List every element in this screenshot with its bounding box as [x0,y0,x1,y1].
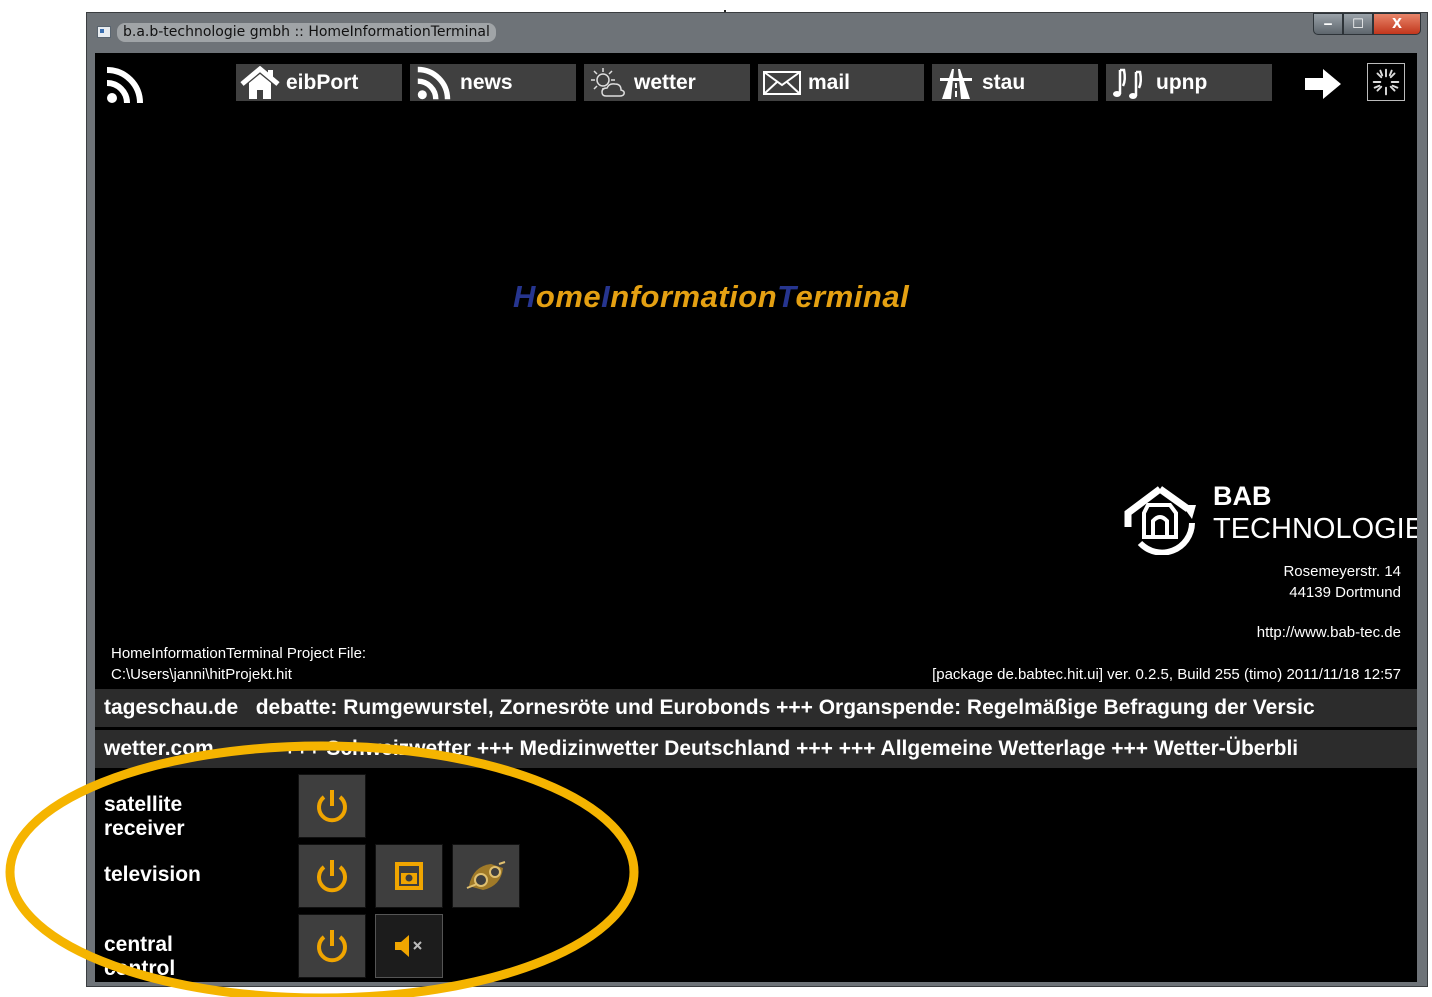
ticker-source: tageschau.de [104,696,239,719]
nav-label: stau [982,70,1026,94]
nav-mail-button[interactable]: mail [758,64,924,101]
news-ticker[interactable]: tageschau.de debatte: Rumgewurstel, Zorn… [95,689,1417,727]
central-mute-button[interactable] [375,914,443,978]
hit-logo: HomeInformationTerminal [513,279,910,314]
nav-eibport-button[interactable]: eibPort [236,64,402,101]
weather-icon [586,65,630,101]
app-window-icon [97,26,111,38]
maximize-button[interactable]: ☐ [1343,13,1373,35]
road-icon [934,65,978,101]
nav-wetter-button[interactable]: wetter [584,64,750,101]
nav-label: mail [808,70,851,94]
company-subtitle: TECHNOLOGIE [1213,513,1417,545]
app-window: b.a.b-technologie gmbh :: HomeInformatio… [86,12,1428,987]
mail-icon [760,65,804,101]
close-button[interactable]: X [1373,13,1421,35]
window-title: b.a.b-technologie gmbh :: HomeInformatio… [117,23,496,42]
ticker-source: wetter.com [104,737,214,760]
nav-news-button[interactable]: news [410,64,576,101]
television-film-button[interactable] [452,844,520,908]
spinner-icon [1367,63,1405,101]
control-label: satellite receiver [104,793,185,840]
weather-ticker[interactable]: wetter.com +++ Schweizwetter +++ Medizin… [95,730,1417,768]
power-icon [317,860,347,893]
version-info: [package de.babtec.hit.ui] ver. 0.2.5, B… [932,666,1401,683]
nav-label: eibPort [286,70,359,94]
nav-label: news [460,70,513,94]
project-file-path: C:\Users\janni\hitProjekt.hit [111,666,292,683]
satellite-power-button[interactable] [298,774,366,838]
rss-icon [412,65,456,101]
company-url[interactable]: http://www.bab-tec.de [1257,624,1401,641]
music-icon [1108,65,1152,101]
window-controls: ‒ ☐ X [1313,13,1421,39]
nav-label: wetter [634,70,696,94]
company-city: 44139 Dortmund [1289,584,1401,601]
nav-stau-button[interactable]: stau [932,64,1098,101]
home-icon [238,65,282,101]
company-name: BAB [1213,481,1272,511]
central-power-button[interactable] [298,914,366,978]
nav-label: upnp [1156,70,1208,94]
power-icon [317,790,347,823]
television-power-button[interactable] [298,844,366,908]
nav-upnp-button[interactable]: upnp [1106,64,1272,101]
ticker-text: +++ Schweizwetter +++ Medizinwetter Deut… [283,737,1299,760]
ticker-text: debatte: Rumgewurstel, Zornesröte und Eu… [255,696,1315,719]
television-source-button[interactable] [375,844,443,908]
minimize-button[interactable]: ‒ [1313,13,1343,35]
title-bar[interactable]: b.a.b-technologie gmbh :: HomeInformatio… [87,13,1427,53]
main-content: eibPort news wetter mail stau upnp HomeI… [95,53,1417,982]
company-address: Rosemeyerstr. 14 44139 Dortmund [1283,561,1401,603]
arrow-right-icon[interactable] [1303,67,1343,101]
control-label: television [104,863,201,886]
top-nav: eibPort news wetter mail stau upnp [236,64,1272,101]
power-icon [317,930,347,963]
source-icon [395,862,423,890]
mute-icon [395,935,422,957]
bab-logo-icon [1124,486,1196,555]
company-street: Rosemeyerstr. 14 [1283,563,1401,580]
rss-feed-icon[interactable] [105,65,145,105]
control-label: central control [104,933,176,980]
film-icon [466,861,506,890]
project-file-label: HomeInformationTerminal Project File: [111,645,367,662]
